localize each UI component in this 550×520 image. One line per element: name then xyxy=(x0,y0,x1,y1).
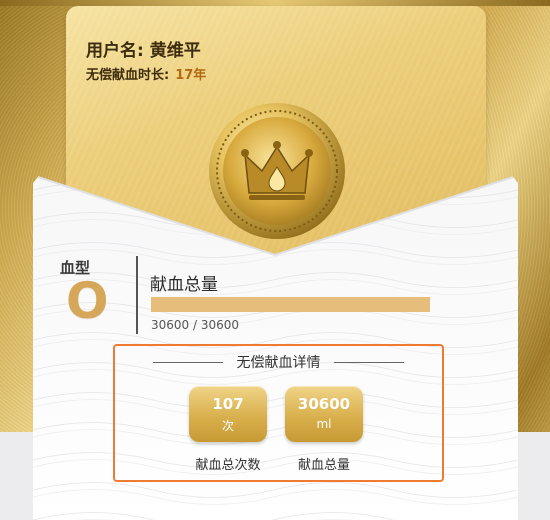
blood-donation-card-screen: 用户名: 黄维平 无偿献血时长: 17年 血型 O 献血总量 30600 / 3… xyxy=(0,0,550,520)
donation-count-badge[interactable]: 107 次 xyxy=(189,386,267,442)
donation-volume-unit: ml xyxy=(316,417,332,431)
vertical-divider xyxy=(136,256,138,334)
donation-count-value: 107 xyxy=(212,395,244,413)
duration-prefix: 无偿献血时长: xyxy=(86,68,170,83)
donation-progress-text: 30600 / 30600 xyxy=(151,318,240,332)
donation-count-unit: 次 xyxy=(221,419,234,433)
donation-total-title: 献血总量 xyxy=(150,275,218,295)
header-line-right xyxy=(334,362,404,363)
donation-count-caption: 献血总次数 xyxy=(195,458,261,473)
donation-progress-bar xyxy=(151,297,430,312)
donation-details-box: 无偿献血详情 107 次 30600 ml 献血总次数 献血总量 xyxy=(113,344,444,482)
donation-volume-caption: 献血总量 xyxy=(297,458,350,473)
donation-volume-badge[interactable]: 30600 ml xyxy=(285,386,363,442)
crown-medal-icon xyxy=(209,103,345,239)
donation-volume-value: 30600 xyxy=(297,395,351,413)
username-label: 用户名: 黄维平 xyxy=(86,41,201,61)
blood-type-value: O xyxy=(66,272,109,330)
donation-progress-fill xyxy=(151,297,430,312)
donation-duration: 无偿献血时长: 17年 xyxy=(86,64,206,83)
duration-value: 17年 xyxy=(175,68,207,83)
